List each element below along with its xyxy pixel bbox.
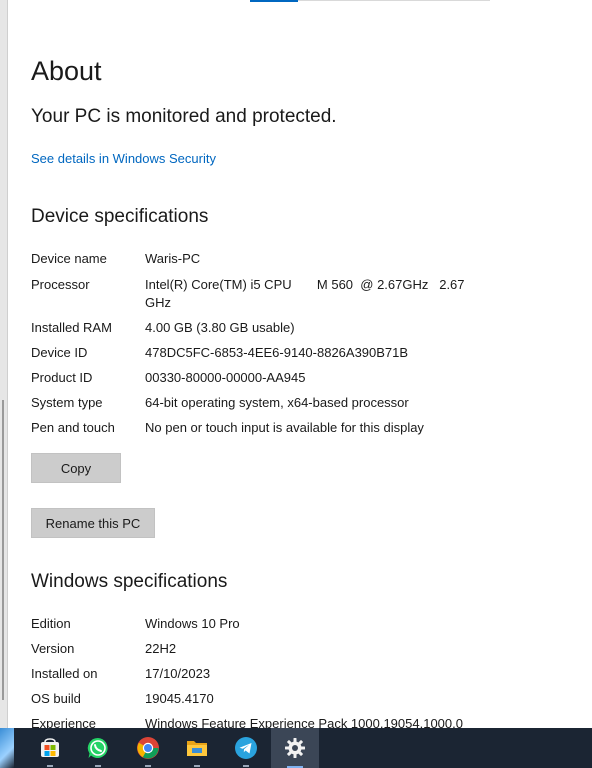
spec-label: Version — [31, 641, 75, 656]
taskbar — [0, 728, 592, 768]
spec-value: Intel(R) Core(TM) i5 CPU M 560 @ 2.67GHz… — [145, 277, 469, 310]
store-icon — [41, 738, 59, 757]
spec-label: Processor — [31, 277, 90, 292]
spec-label: OS build — [31, 691, 81, 706]
scrollbar-thumb[interactable] — [2, 400, 4, 700]
copy-button[interactable]: Copy — [31, 453, 121, 483]
spec-label: Installed RAM — [31, 320, 112, 335]
spec-value: 22H2 — [145, 641, 177, 656]
spec-label: Product ID — [31, 370, 93, 385]
spec-label: Edition — [31, 616, 71, 631]
protection-status: Your PC is monitored and protected. — [31, 106, 337, 127]
windows-specs-heading: Windows specifications — [31, 571, 228, 592]
spec-value: 64-bit operating system, x64-based proce… — [145, 395, 409, 410]
windows-security-link[interactable]: See details in Windows Security — [31, 151, 216, 166]
taskbar-file-explorer-button[interactable] — [173, 728, 221, 768]
spec-value: 478DC5FC-6853-4EE6-9140-8826A390B71B — [145, 345, 409, 360]
taskbar-store-button[interactable] — [26, 728, 74, 768]
spec-label: Device ID — [31, 345, 88, 360]
settings-window: About Your PC is monitored and protected… — [0, 0, 592, 768]
spec-label: Installed on — [31, 666, 98, 681]
taskbar-chrome-button[interactable] — [124, 728, 172, 768]
device-specs-heading: Device specifications — [31, 206, 209, 227]
spec-label: Device name — [31, 251, 107, 266]
spec-value: 00330-80000-00000-AA945 — [145, 370, 306, 385]
spec-label: Pen and touch — [31, 420, 115, 435]
page-title: About — [31, 56, 102, 86]
spec-label: System type — [31, 395, 103, 410]
settings-icon — [285, 738, 305, 758]
chrome-icon — [137, 737, 159, 759]
telegram-icon — [235, 737, 257, 759]
spec-value: Windows 10 Pro — [145, 616, 240, 631]
taskbar-overflow-fragment — [0, 728, 14, 768]
spec-value: 19045.4170 — [145, 691, 214, 706]
spec-value: Waris-PC — [145, 251, 201, 266]
left-scrollbar[interactable] — [0, 0, 8, 728]
spec-value: 4.00 GB (3.80 GB usable) — [145, 320, 295, 335]
taskbar-telegram-button[interactable] — [222, 728, 270, 768]
whatsapp-icon — [87, 737, 108, 758]
spec-value: No pen or touch input is available for t… — [145, 420, 424, 435]
taskbar-whatsapp-button[interactable] — [74, 728, 122, 768]
top-accent-indicator — [250, 0, 298, 2]
rename-pc-button[interactable]: Rename this PC — [31, 508, 155, 538]
spec-value: 17/10/2023 — [145, 666, 211, 681]
taskbar-settings-button[interactable] — [271, 728, 319, 768]
file-explorer-icon — [187, 741, 207, 756]
